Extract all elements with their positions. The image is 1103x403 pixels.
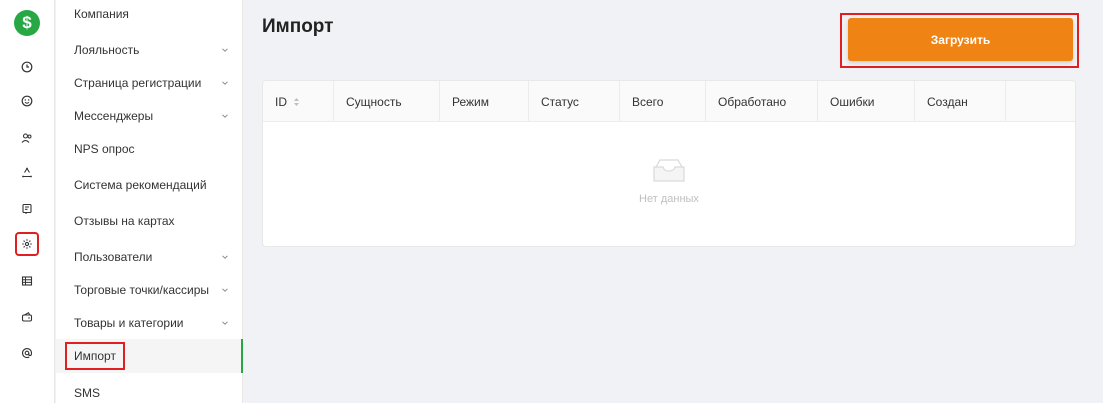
menu-item-loyalty[interactable]: Лояльность: [56, 33, 243, 67]
menu-item-messengers[interactable]: Мессенджеры: [56, 99, 243, 133]
menu-item-stores-cashiers[interactable]: Торговые точки/кассиры: [56, 273, 243, 307]
table-icon[interactable]: [17, 271, 37, 291]
column-header-errors: Ошибки: [818, 81, 915, 122]
column-header-status: Статус: [529, 81, 620, 122]
menu-item-label: Система рекомендаций: [74, 178, 207, 192]
empty-state-text: Нет данных: [639, 193, 699, 205]
column-header-total: Всего: [620, 81, 706, 122]
upload-button[interactable]: Загрузить: [848, 18, 1073, 61]
menu-item-label: Торговые точки/кассиры: [74, 283, 210, 297]
menu-item-company[interactable]: Компания: [56, 0, 243, 31]
column-header-label: Сущность: [346, 94, 402, 109]
column-header-entity: Сущность: [334, 81, 440, 122]
menu-item-label: Страница регистрации: [74, 76, 202, 90]
empty-box-icon: [653, 159, 685, 182]
users-icon[interactable]: [17, 128, 37, 148]
column-header-label: Всего: [632, 94, 664, 109]
chevron-down-icon: [222, 48, 228, 52]
menu-item-label: NPS опрос: [74, 142, 135, 156]
menu-item-label: Товары и категории: [74, 316, 184, 330]
menu-item-label: Лояльность: [74, 43, 140, 57]
column-header-label: ID: [275, 94, 287, 109]
menu-item-nps-survey[interactable]: NPS опрос: [56, 132, 243, 166]
menu-item-map-reviews[interactable]: Отзывы на картах: [56, 204, 243, 238]
settings-menu: Компания Лояльность Страница регистрации…: [56, 0, 243, 403]
menu-item-label: Импорт: [65, 342, 125, 370]
icon-rail: $: [0, 0, 55, 403]
at-sign-icon[interactable]: [17, 343, 37, 363]
column-header-label: Создан: [927, 94, 968, 109]
column-header-label: Статус: [541, 94, 579, 109]
menu-item-label: Компания: [74, 7, 129, 21]
column-header-mode: Режим: [440, 81, 529, 122]
menu-item-users[interactable]: Пользователи: [56, 240, 243, 274]
logo[interactable]: $: [14, 10, 40, 36]
chevron-down-icon: [222, 114, 228, 118]
receipt-icon[interactable]: [17, 199, 37, 219]
column-header-id[interactable]: ID: [263, 81, 334, 122]
chevron-down-icon: [222, 81, 228, 85]
wallet-icon[interactable]: [17, 307, 37, 327]
import-table: ID Сущность Режим Статус Всего Обработан…: [262, 80, 1076, 247]
menu-item-label: Отзывы на картах: [74, 214, 175, 228]
clock-icon[interactable]: [17, 57, 37, 77]
menu-item-label: SMS: [74, 386, 101, 400]
chevron-down-icon: [222, 255, 228, 259]
table-header: ID Сущность Режим Статус Всего Обработан…: [263, 81, 1075, 122]
smile-icon[interactable]: [17, 91, 37, 111]
menu-item-sms[interactable]: SMS: [56, 376, 243, 403]
page-title: Импорт: [262, 16, 334, 37]
recycle-icon[interactable]: [17, 163, 37, 183]
column-header-processed: Обработано: [706, 81, 818, 122]
column-header-label: Ошибки: [830, 94, 875, 109]
chevron-down-icon: [222, 321, 228, 325]
menu-item-products-categories[interactable]: Товары и категории: [56, 306, 243, 340]
menu-item-label: Пользователи: [74, 250, 153, 264]
empty-state: Нет данных: [263, 157, 1075, 205]
column-header-label: Режим: [452, 94, 489, 109]
column-header-created: Создан: [915, 81, 1006, 122]
menu-item-import[interactable]: Импорт: [56, 339, 243, 373]
gear-icon[interactable]: [15, 232, 39, 256]
column-header-label: Обработано: [718, 94, 787, 109]
sort-icon[interactable]: [293, 97, 300, 107]
active-indicator: [241, 339, 243, 373]
menu-item-label: Мессенджеры: [74, 109, 154, 123]
menu-item-recommendations[interactable]: Система рекомендаций: [56, 168, 243, 202]
chevron-down-icon: [222, 288, 228, 292]
menu-item-registration-page[interactable]: Страница регистрации: [56, 66, 243, 100]
